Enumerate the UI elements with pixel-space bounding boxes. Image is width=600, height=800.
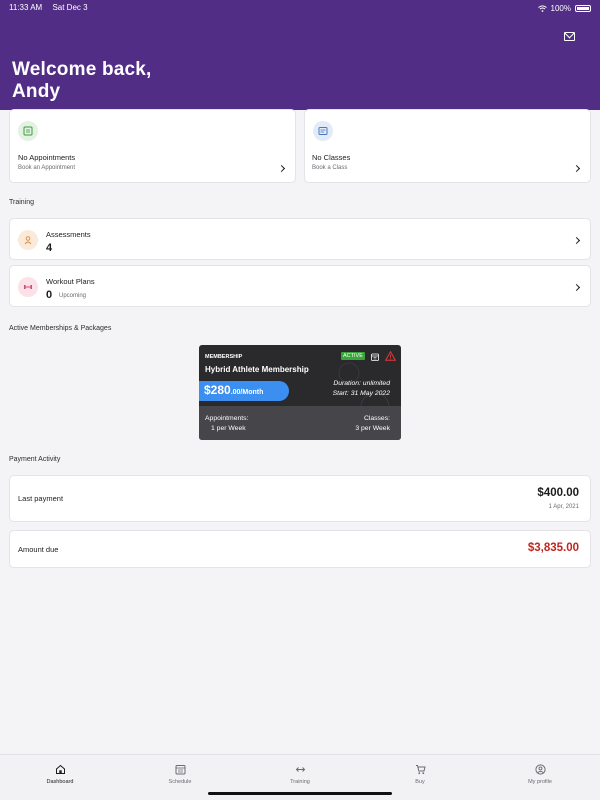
assessments-row[interactable]: Assessments 4 <box>9 218 591 260</box>
last-payment-date: 1 Apr, 2021 <box>548 504 579 510</box>
assessment-icon <box>18 230 38 250</box>
chevron-right-icon <box>277 164 286 173</box>
header: 11:33 AM Sat Dec 3 100% Welcome back, An… <box>0 0 600 110</box>
status-date: Sat Dec 3 <box>52 3 88 12</box>
workout-plans-status: Upcoming <box>59 293 87 299</box>
nav-schedule[interactable]: Schedule <box>140 764 220 785</box>
chevron-right-icon <box>572 283 581 292</box>
calendar-icon[interactable] <box>371 353 379 361</box>
active-badge: ACTIVE <box>341 352 365 360</box>
status-bar: 11:33 AM Sat Dec 3 100% <box>9 3 591 13</box>
membership-duration: Duration: unlimited Start: 31 May 2022 <box>332 380 390 397</box>
classes-allowance: Classes: 3 per Week <box>355 415 390 432</box>
last-payment-label: Last payment <box>18 494 64 503</box>
appointments-subtitle: Book an Appointment <box>18 165 76 171</box>
battery-icon <box>575 4 591 12</box>
membership-card[interactable]: MEMBERSHIP Hybrid Athlete Membership ACT… <box>199 345 401 440</box>
nav-buy[interactable]: Buy <box>380 764 460 785</box>
home-icon <box>55 764 65 774</box>
nav-buy-label: Buy <box>415 779 425 785</box>
nav-my-profile[interactable]: My profile <box>500 764 580 785</box>
nav-dashboard-label: Dashboard <box>46 779 74 785</box>
bottom-nav: Dashboard Schedule Training Buy My profi… <box>0 754 600 800</box>
arrows-horizontal-icon <box>295 767 305 772</box>
classes-title: No Classes <box>312 153 351 162</box>
last-payment-row: Last payment $400.00 1 Apr, 2021 <box>9 475 591 522</box>
wifi-icon <box>537 4 547 12</box>
mail-icon[interactable] <box>564 32 575 41</box>
membership-price: $280 .00/Month <box>199 381 289 401</box>
workout-plans-title: Workout Plans <box>46 277 95 286</box>
membership-name: Hybrid Athlete Membership <box>205 365 309 374</box>
classes-subtitle: Book a Class <box>312 165 348 171</box>
user-name: Andy <box>12 81 61 102</box>
nav-dashboard[interactable]: Dashboard <box>20 764 100 785</box>
appointments-title: No Appointments <box>18 153 76 162</box>
last-payment-amount: $400.00 <box>537 487 579 499</box>
cart-icon <box>415 765 426 775</box>
memberships-section-title: Active Memberships & Packages <box>9 325 112 332</box>
chevron-right-icon <box>572 236 581 245</box>
workout-plans-count: 0 <box>46 289 53 301</box>
assessments-title: Assessments <box>46 230 91 239</box>
membership-start: Start: 31 May 2022 <box>332 390 390 397</box>
amount-due-row: Amount due $3,835.00 <box>9 530 591 568</box>
nav-training[interactable]: Training <box>260 764 340 785</box>
home-indicator[interactable] <box>208 792 392 795</box>
classes-card[interactable]: No Classes Book a Class <box>304 109 591 183</box>
nav-my-profile-label: My profile <box>528 779 552 785</box>
appointments-card[interactable]: No Appointments Book an Appointment <box>9 109 296 183</box>
battery-percent: 100% <box>550 3 571 13</box>
welcome-title: Welcome back, Andy <box>12 59 152 102</box>
calendar-icon <box>175 765 185 775</box>
amount-due-value: $3,835.00 <box>527 542 579 554</box>
payment-activity-section-title: Payment Activity <box>9 456 61 463</box>
classes-icon <box>313 121 333 141</box>
chevron-right-icon <box>572 164 581 173</box>
membership-kicker: MEMBERSHIP <box>205 354 243 360</box>
nav-training-label: Training <box>290 779 310 785</box>
nav-schedule-label: Schedule <box>168 779 192 785</box>
amount-due-label: Amount due <box>18 545 59 554</box>
warning-icon[interactable] <box>385 351 396 361</box>
assessments-count: 4 <box>46 242 53 254</box>
appointments-allowance: Appointments: 1 per Week <box>205 415 249 432</box>
workout-plans-row[interactable]: Workout Plans 0 Upcoming <box>9 265 591 307</box>
user-circle-icon <box>534 764 546 775</box>
training-section-title: Training <box>9 199 35 206</box>
calendar-icon <box>18 121 38 141</box>
status-time: 11:33 AM <box>9 3 43 12</box>
dumbbell-icon <box>18 277 38 297</box>
